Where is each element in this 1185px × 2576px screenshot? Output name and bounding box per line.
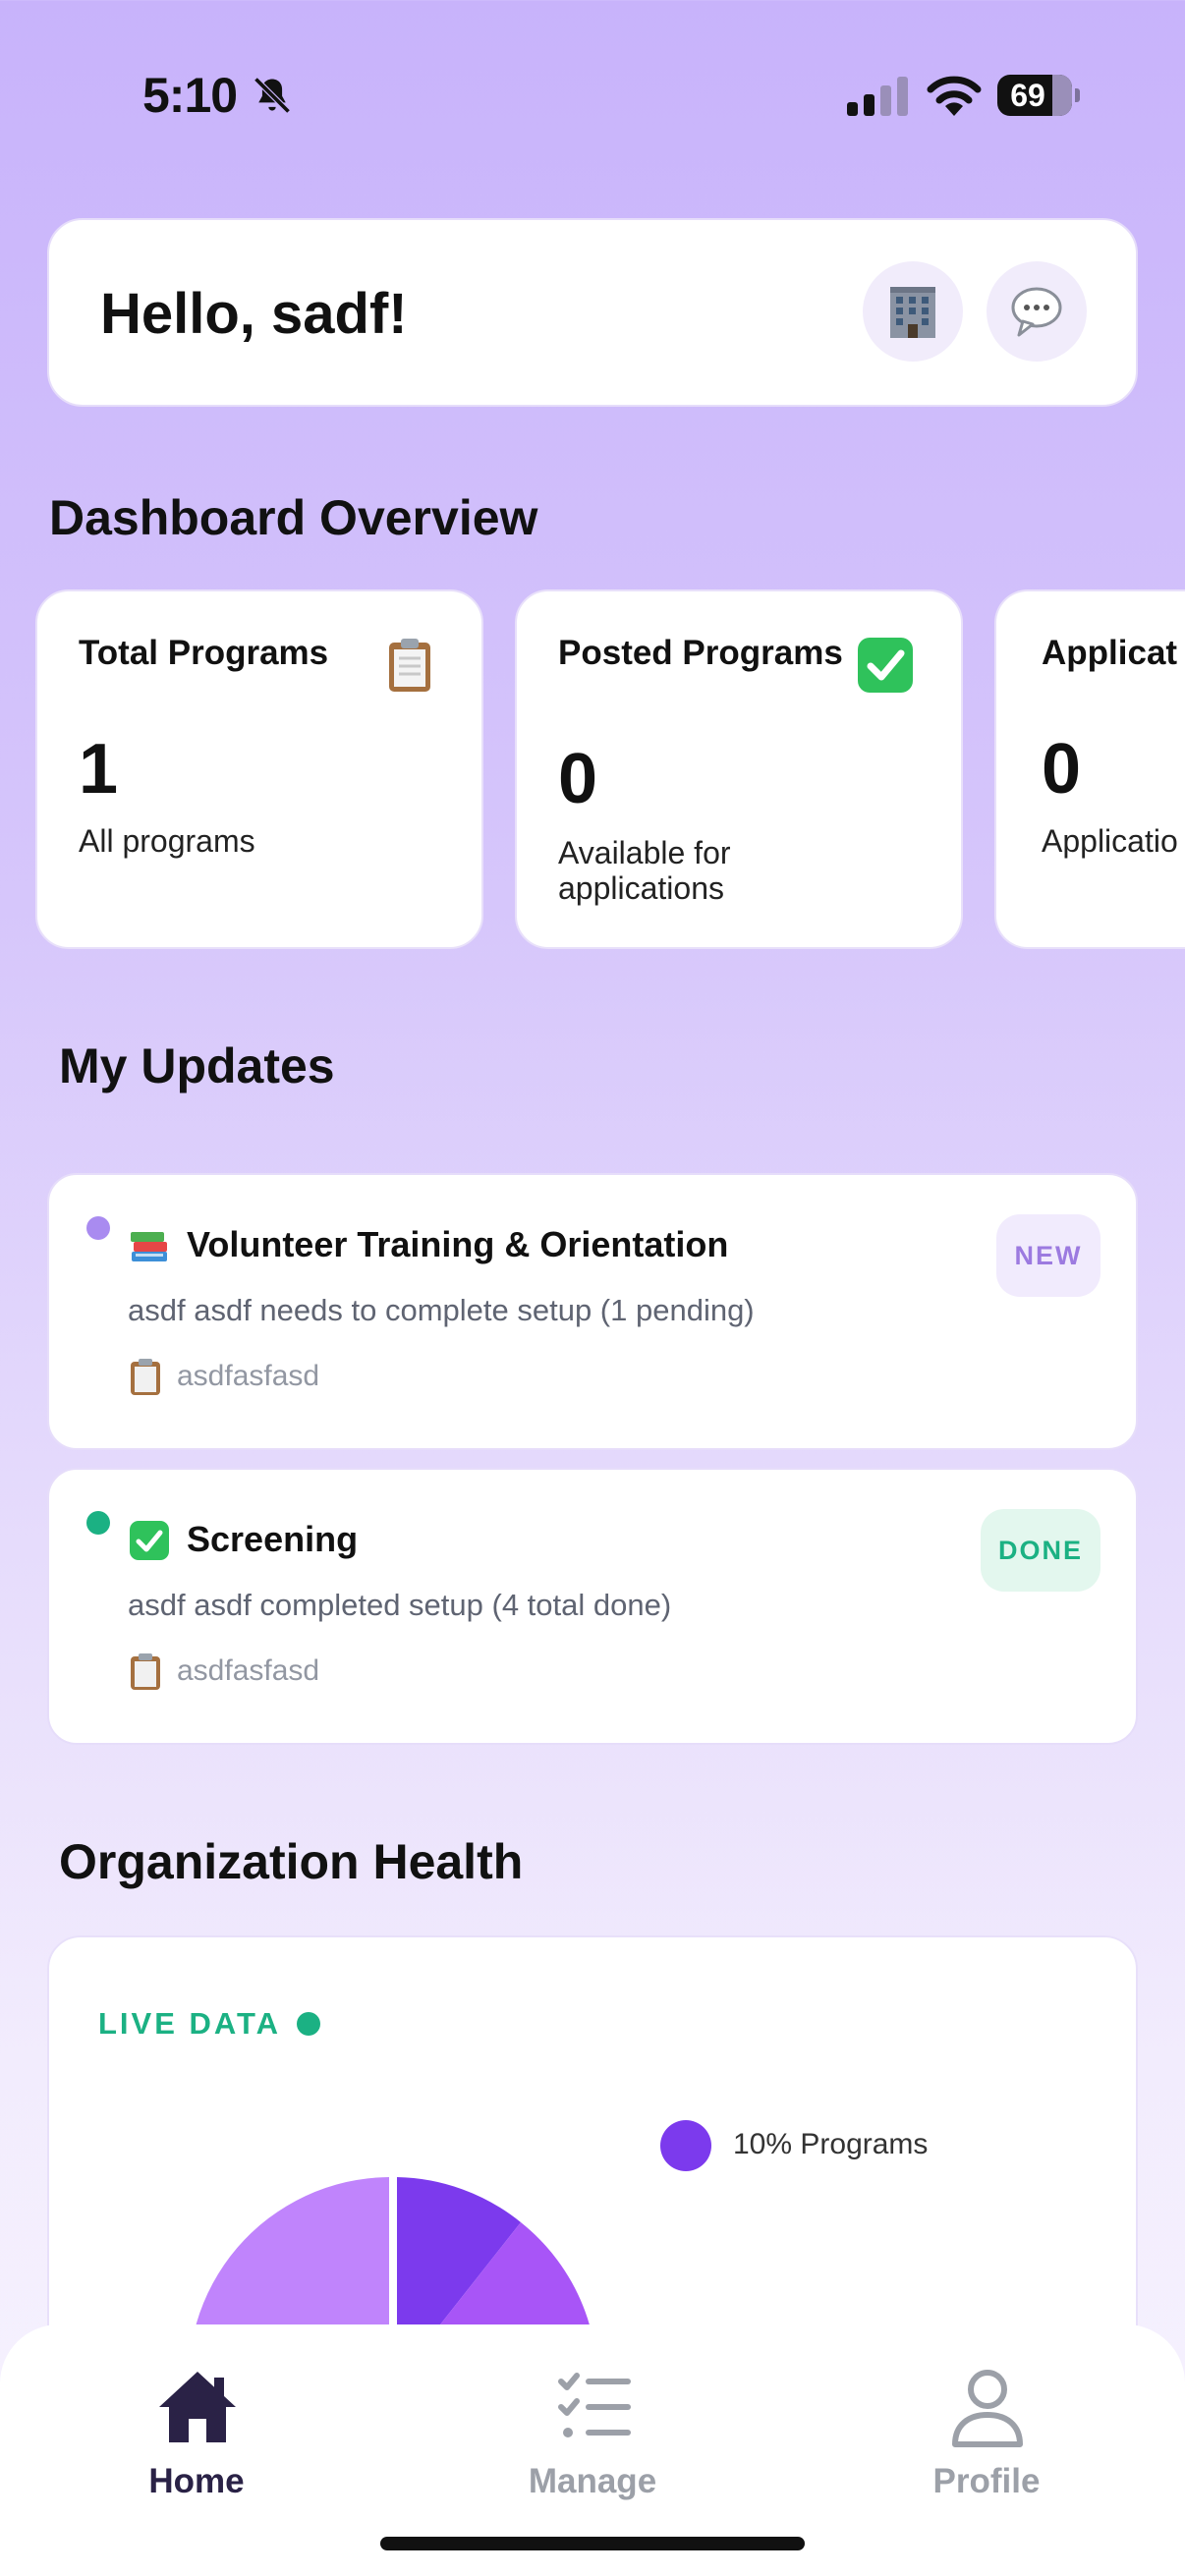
update-card-training[interactable]: Volunteer Training & Orientation asdf as…: [47, 1173, 1138, 1450]
cellular-signal-icon: [847, 77, 908, 116]
check-mark-icon: [858, 638, 913, 693]
user-icon: [952, 2370, 1023, 2447]
update-program-name: asdfasfasd: [177, 1654, 320, 1687]
update-title: Volunteer Training & Orientation: [187, 1224, 729, 1264]
stat-value: 1: [79, 730, 119, 809]
clipboard-icon: [131, 1653, 160, 1690]
stat-card-posted-programs[interactable]: Posted Programs 0 Available for applicat…: [515, 589, 963, 949]
header-card: Hello, sadf!: [47, 218, 1138, 407]
building-icon: [890, 287, 935, 338]
messages-button[interactable]: [987, 261, 1087, 362]
stat-subtitle: Available for applications: [558, 835, 731, 906]
clipboard-icon: [131, 1359, 160, 1395]
check-mark-icon: [130, 1521, 169, 1560]
stat-value: 0: [1042, 730, 1082, 809]
my-updates-title: My Updates: [59, 1038, 335, 1093]
home-icon: [159, 2372, 236, 2442]
checklist-icon: [558, 2373, 631, 2437]
bell-muted-icon: [254, 77, 291, 114]
nav-label: Profile: [932, 2462, 1041, 2500]
battery-icon: 69: [997, 75, 1080, 116]
stat-title: Applicat: [1042, 634, 1178, 672]
update-program-name: asdfasfasd: [177, 1360, 320, 1392]
stat-title: Total Programs: [79, 634, 329, 672]
nav-label: Home: [148, 2462, 245, 2500]
live-indicator-dot: [297, 2012, 320, 2036]
speech-bubble-icon: [1011, 287, 1062, 337]
stat-subtitle: Applicatio: [1042, 823, 1178, 859]
clipboard-icon: [389, 639, 430, 692]
home-indicator: [380, 2537, 805, 2550]
status-badge: NEW: [996, 1214, 1100, 1297]
nav-manage[interactable]: Manage: [484, 2364, 701, 2511]
update-card-screening[interactable]: Screening asdf asdf completed setup (4 t…: [47, 1468, 1138, 1745]
stat-card-applications[interactable]: Applicat 0 Applicatio: [994, 589, 1185, 949]
organization-health-title: Organization Health: [59, 1834, 524, 1889]
status-time: 5:10: [142, 68, 238, 123]
status-dot: [86, 1511, 110, 1535]
wifi-icon: [927, 76, 982, 116]
nav-home[interactable]: Home: [88, 2364, 305, 2511]
stat-subtitle: All programs: [79, 823, 255, 859]
unread-dot: [86, 1216, 110, 1240]
dashboard-overview-title: Dashboard Overview: [49, 490, 538, 545]
battery-level: 69: [1010, 78, 1045, 113]
update-description: asdf asdf needs to complete setup (1 pen…: [128, 1293, 755, 1327]
status-badge: DONE: [981, 1509, 1100, 1592]
nav-label: Manage: [528, 2462, 657, 2500]
stat-title: Posted Programs: [558, 634, 843, 672]
books-icon: [131, 1232, 167, 1261]
stat-card-total-programs[interactable]: Total Programs 1 All programs: [35, 589, 483, 949]
update-title: Screening: [187, 1519, 359, 1559]
stat-value: 0: [558, 740, 598, 818]
status-bar: 5:10 69: [0, 0, 1185, 196]
legend-dot: [660, 2120, 711, 2171]
nav-profile[interactable]: Profile: [878, 2364, 1095, 2511]
organization-button[interactable]: [863, 261, 963, 362]
live-data-label: LIVE DATA: [98, 2006, 282, 2041]
greeting-title: Hello, sadf!: [100, 282, 408, 346]
update-description: asdf asdf completed setup (4 total done): [128, 1588, 672, 1622]
legend-label: 10% Programs: [733, 2128, 929, 2160]
